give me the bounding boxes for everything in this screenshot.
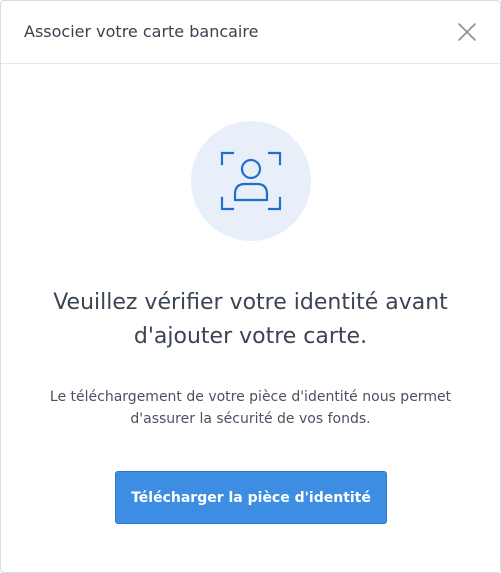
close-icon bbox=[458, 23, 476, 41]
modal-header: Associer votre carte bancaire bbox=[1, 1, 500, 64]
identity-scan-icon bbox=[220, 151, 282, 211]
modal-title: Associer votre carte bancaire bbox=[24, 22, 259, 41]
description-text: Le téléchargement de votre pièce d'ident… bbox=[49, 389, 452, 427]
associate-card-modal: Associer votre carte bancaire Veuillez v bbox=[0, 0, 501, 573]
upload-id-button[interactable]: Télécharger la pièce d'identité bbox=[115, 471, 387, 524]
identity-illustration bbox=[191, 121, 311, 241]
close-button[interactable] bbox=[456, 21, 478, 43]
page-heading: Veuillez vérifier votre identité avant d… bbox=[53, 290, 448, 349]
